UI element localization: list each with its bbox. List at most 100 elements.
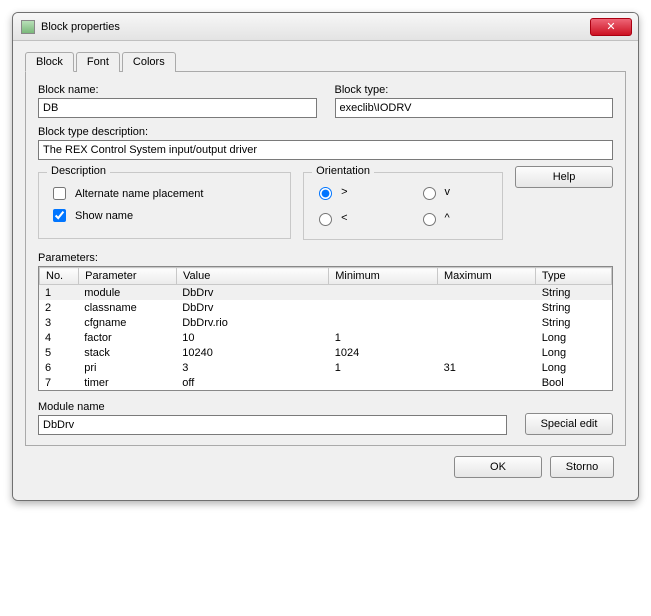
group-description: Description Alternate name placement Sho… [38,172,291,239]
tab-font[interactable]: Font [76,52,120,72]
radio-orient-gt-label: > [341,186,347,198]
cell-no: 1 [39,285,78,300]
window-title: Block properties [41,21,590,33]
titlebar[interactable]: Block properties ✕ [13,13,638,41]
cell-minimum: 1 [329,330,438,345]
block-type-input[interactable] [335,98,614,118]
cell-parameter: factor [78,330,176,345]
checkbox-alternate-name-label: Alternate name placement [75,188,203,200]
cell-maximum [438,375,536,390]
module-name-input[interactable] [38,415,507,435]
help-button[interactable]: Help [515,166,613,188]
col-header-no[interactable]: No. [40,268,79,285]
parameters-label: Parameters: [38,252,613,264]
cell-value: 10240 [176,345,329,360]
storno-button[interactable]: Storno [550,456,614,478]
checkbox-show-name[interactable] [53,209,66,222]
field-module-name: Module name [38,401,507,435]
cell-type: String [536,285,612,300]
cell-minimum [329,315,438,330]
radio-orient-lt[interactable] [319,213,332,226]
tab-panel-block: Block name: Block type: Block type descr… [25,72,626,446]
cell-no: 2 [39,300,78,315]
field-block-name: Block name: [38,84,317,118]
group-orientation-legend: Orientation [312,165,374,177]
cell-parameter: classname [78,300,176,315]
tabstrip: Block Font Colors [25,51,626,72]
cell-parameter: stack [78,345,176,360]
cell-maximum: 31 [438,360,536,375]
cell-no: 4 [39,330,78,345]
block-type-label: Block type: [335,84,614,96]
ok-button[interactable]: OK [454,456,542,478]
cell-type: Bool [536,375,612,390]
cell-value: DbDrv [176,300,329,315]
cell-type: Long [536,345,612,360]
dialog-buttons: OK Storno [25,446,626,488]
cell-parameter: timer [78,375,176,390]
parameters-section: Parameters: No. Parameter Value Minimum … [38,252,613,391]
cell-type: String [536,300,612,315]
block-type-desc-input[interactable] [38,140,613,160]
checkbox-show-name-label: Show name [75,210,133,222]
cell-no: 5 [39,345,78,360]
radio-orient-caret-label: ^ [445,212,450,224]
cell-maximum [438,345,536,360]
cell-no: 7 [39,375,78,390]
cell-type: String [536,315,612,330]
col-header-type[interactable]: Type [535,268,611,285]
cell-no: 6 [39,360,78,375]
close-button[interactable]: ✕ [590,18,632,36]
cell-value: 10 [176,330,329,345]
parameters-table[interactable]: No. Parameter Value Minimum Maximum Type… [38,266,613,391]
table-row[interactable]: 7timeroff Bool [39,375,612,390]
field-block-type: Block type: [335,84,614,118]
group-description-legend: Description [47,165,110,177]
cell-value: DbDrv [176,285,329,300]
cell-value: DbDrv.rio [176,315,329,330]
cell-no: 3 [39,315,78,330]
cell-minimum [329,300,438,315]
cell-minimum: 1 [329,360,438,375]
dialog-window: Block properties ✕ Block Font Colors Blo… [12,12,639,501]
col-header-maximum[interactable]: Maximum [437,268,535,285]
cell-maximum [438,315,536,330]
tab-colors[interactable]: Colors [122,52,176,72]
cell-maximum [438,300,536,315]
close-icon: ✕ [606,20,615,33]
cell-value: off [176,375,329,390]
table-row[interactable]: 3cfgnameDbDrv.rio String [39,315,612,330]
module-name-label: Module name [38,401,507,413]
checkbox-alternate-name[interactable] [53,187,66,200]
block-name-input[interactable] [38,98,317,118]
radio-orient-caret[interactable] [423,213,436,226]
app-icon [21,20,35,34]
table-row[interactable]: 6pri3131Long [39,360,612,375]
cell-minimum: 1024 [329,345,438,360]
table-row[interactable]: 1moduleDbDrv String [39,285,612,300]
cell-value: 3 [176,360,329,375]
cell-parameter: cfgname [78,315,176,330]
cell-type: Long [536,330,612,345]
table-row[interactable]: 4factor101 Long [39,330,612,345]
radio-orient-lt-label: < [341,212,347,224]
special-edit-button[interactable]: Special edit [525,413,613,435]
table-row[interactable]: 2classnameDbDrv String [39,300,612,315]
tab-block[interactable]: Block [25,52,74,72]
cell-minimum [329,285,438,300]
cell-maximum [438,285,536,300]
cell-maximum [438,330,536,345]
group-orientation: Orientation > v < ^ [303,172,503,240]
cell-parameter: module [78,285,176,300]
cell-type: Long [536,360,612,375]
client-area: Block Font Colors Block name: Block type… [13,41,638,500]
table-row[interactable]: 5stack102401024 Long [39,345,612,360]
col-header-parameter[interactable]: Parameter [79,268,177,285]
cell-parameter: pri [78,360,176,375]
field-block-type-desc: Block type description: [38,126,613,160]
block-type-desc-label: Block type description: [38,126,613,138]
radio-orient-gt[interactable] [319,187,332,200]
col-header-value[interactable]: Value [177,268,329,285]
radio-orient-v[interactable] [423,187,436,200]
col-header-minimum[interactable]: Minimum [329,268,438,285]
